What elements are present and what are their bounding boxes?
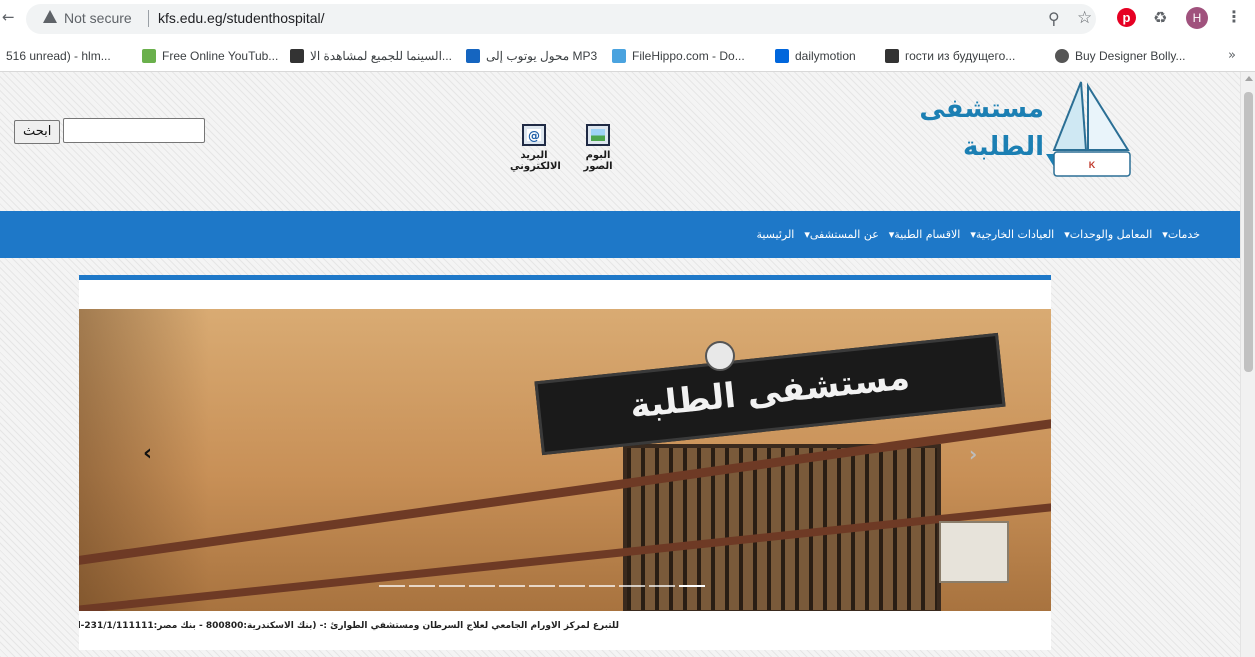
slider-next-arrow-icon[interactable]: › — [969, 442, 977, 466]
slide-plaque — [939, 521, 1009, 583]
filehippo-icon — [612, 49, 626, 63]
email-label: البريد الالكتروني — [510, 150, 561, 172]
bookmark-item[interactable]: 516 unread) - hlm... — [6, 47, 111, 65]
yt-mp3-icon — [466, 49, 480, 63]
svg-text:K: K — [1089, 160, 1096, 170]
slider-dot[interactable] — [559, 585, 585, 587]
main-nav: الرئيسية عن المستشفى▾ الاقسام الطبية▾ ال… — [0, 211, 1240, 258]
globe-icon — [1055, 49, 1069, 63]
more-bookmarks-icon[interactable]: » — [1228, 48, 1236, 63]
scroll-up-arrow-icon[interactable] — [1245, 76, 1253, 81]
menu-kebab-icon[interactable]: ⋮ — [1226, 7, 1242, 26]
clapperboard-icon — [290, 49, 304, 63]
photo-album-label: البوم الصور — [583, 150, 613, 172]
slider-dot[interactable] — [589, 585, 615, 587]
address-bar-row: ← Not secure kfs.edu.eg/studenthospital/… — [0, 0, 1255, 38]
search-button[interactable]: ابحث — [14, 120, 61, 144]
photo-album-icon — [586, 124, 610, 146]
security-label[interactable]: Not secure — [64, 10, 132, 26]
extensions-puzzle-icon[interactable]: ♻ — [1153, 8, 1167, 27]
photo-album-link[interactable]: البوم الصور — [574, 124, 622, 172]
slider-indicators — [379, 585, 705, 587]
page-body: ابحث البوم الصور @ البريد الالكتروني مست… — [0, 72, 1240, 657]
slider-prev-arrow-icon[interactable]: ‹ — [143, 441, 152, 466]
back-arrow-icon[interactable]: ← — [2, 8, 15, 26]
bookmark-label: dailymotion — [795, 49, 856, 63]
pinterest-extension-icon[interactable]: p — [1117, 8, 1136, 27]
bookmark-label: محول يوتوب إلى MP3 — [486, 49, 598, 63]
slider-dot[interactable] — [469, 585, 495, 587]
slider-dot-active[interactable] — [679, 585, 705, 587]
slide-emblem — [705, 341, 735, 371]
search-input[interactable] — [63, 118, 205, 143]
bookmark-item[interactable]: محول يوتوب إلى MP3 — [466, 47, 597, 65]
profile-avatar[interactable]: H — [1186, 7, 1208, 29]
slide-sign-text: مستشفى الطلبة — [628, 357, 912, 427]
slider-dot[interactable] — [439, 585, 465, 587]
download-arrow-icon — [142, 49, 156, 63]
email-link[interactable]: @ البريد الالكتروني — [510, 124, 561, 172]
zoom-icon[interactable]: ⚲ — [1048, 9, 1060, 28]
news-ticker[interactable]: للتبرع لمركز الاورام الجامعي لعلاج السرط… — [79, 621, 619, 631]
slider-dot[interactable] — [619, 585, 645, 587]
bookmark-label: السينما للجميع لمشاهدة الا... — [310, 49, 452, 63]
bookmark-label: гости из будущего... — [905, 49, 1016, 63]
nav-item-services[interactable]: خدمات▾ — [1162, 228, 1200, 241]
nav-item-departments[interactable]: الاقسام الطبية▾ — [889, 228, 961, 241]
nav-item-clinics[interactable]: العيادات الخارجية▾ — [970, 228, 1054, 241]
slider-dot[interactable] — [649, 585, 675, 587]
bookmark-item[interactable]: السينما للجميع لمشاهدة الا... — [290, 47, 452, 65]
hospital-logo[interactable]: مستشفى الطلبة K — [896, 78, 1136, 182]
bookmark-label: Buy Designer Bolly... — [1075, 49, 1186, 63]
bookmark-label: FileHippo.com - Do... — [632, 49, 745, 63]
warning-icon[interactable] — [43, 10, 57, 23]
browser-chrome: ← Not secure kfs.edu.eg/studenthospital/… — [0, 0, 1255, 72]
page-scrollbar[interactable] — [1240, 72, 1255, 657]
bookmark-item[interactable]: Buy Designer Bolly... — [1055, 47, 1186, 65]
address-divider — [148, 10, 149, 27]
mp3-icon — [885, 49, 899, 63]
nav-item-labs[interactable]: المعامل والوحدات▾ — [1064, 228, 1152, 241]
bookmark-item[interactable]: Free Online YouTub... — [142, 47, 278, 65]
bookmark-item[interactable]: гости из будущего... — [885, 47, 1015, 65]
bookmark-star-icon[interactable]: ☆ — [1077, 8, 1092, 28]
bookmark-item[interactable]: dailymotion — [775, 47, 856, 65]
slider-dot[interactable] — [499, 585, 525, 587]
nav-menu: الرئيسية عن المستشفى▾ الاقسام الطبية▾ ال… — [756, 211, 1200, 258]
slider-dot[interactable] — [379, 585, 405, 587]
sailboat-logo-icon: K — [1046, 81, 1131, 177]
url-text[interactable]: kfs.edu.eg/studenthospital/ — [158, 10, 325, 26]
image-slider: مستشفى الطلبة ‹ › للتبرع لمركز الاورام ا… — [79, 275, 1051, 650]
dailymotion-icon — [775, 49, 789, 63]
slide-image: مستشفى الطلبة ‹ › — [79, 309, 1051, 611]
slider-dot[interactable] — [409, 585, 435, 587]
email-icon: @ — [522, 124, 546, 146]
nav-item-home[interactable]: الرئيسية — [756, 228, 794, 241]
nav-item-about[interactable]: عن المستشفى▾ — [804, 228, 878, 241]
bookmark-label: Free Online YouTub... — [162, 49, 279, 63]
bookmark-label: 516 unread) - hlm... — [6, 49, 111, 63]
bookmark-item[interactable]: FileHippo.com - Do... — [612, 47, 745, 65]
scroll-thumb[interactable] — [1244, 92, 1253, 372]
bookmarks-bar: 516 unread) - hlm... Free Online YouTub.… — [0, 40, 1255, 70]
slider-dot[interactable] — [529, 585, 555, 587]
